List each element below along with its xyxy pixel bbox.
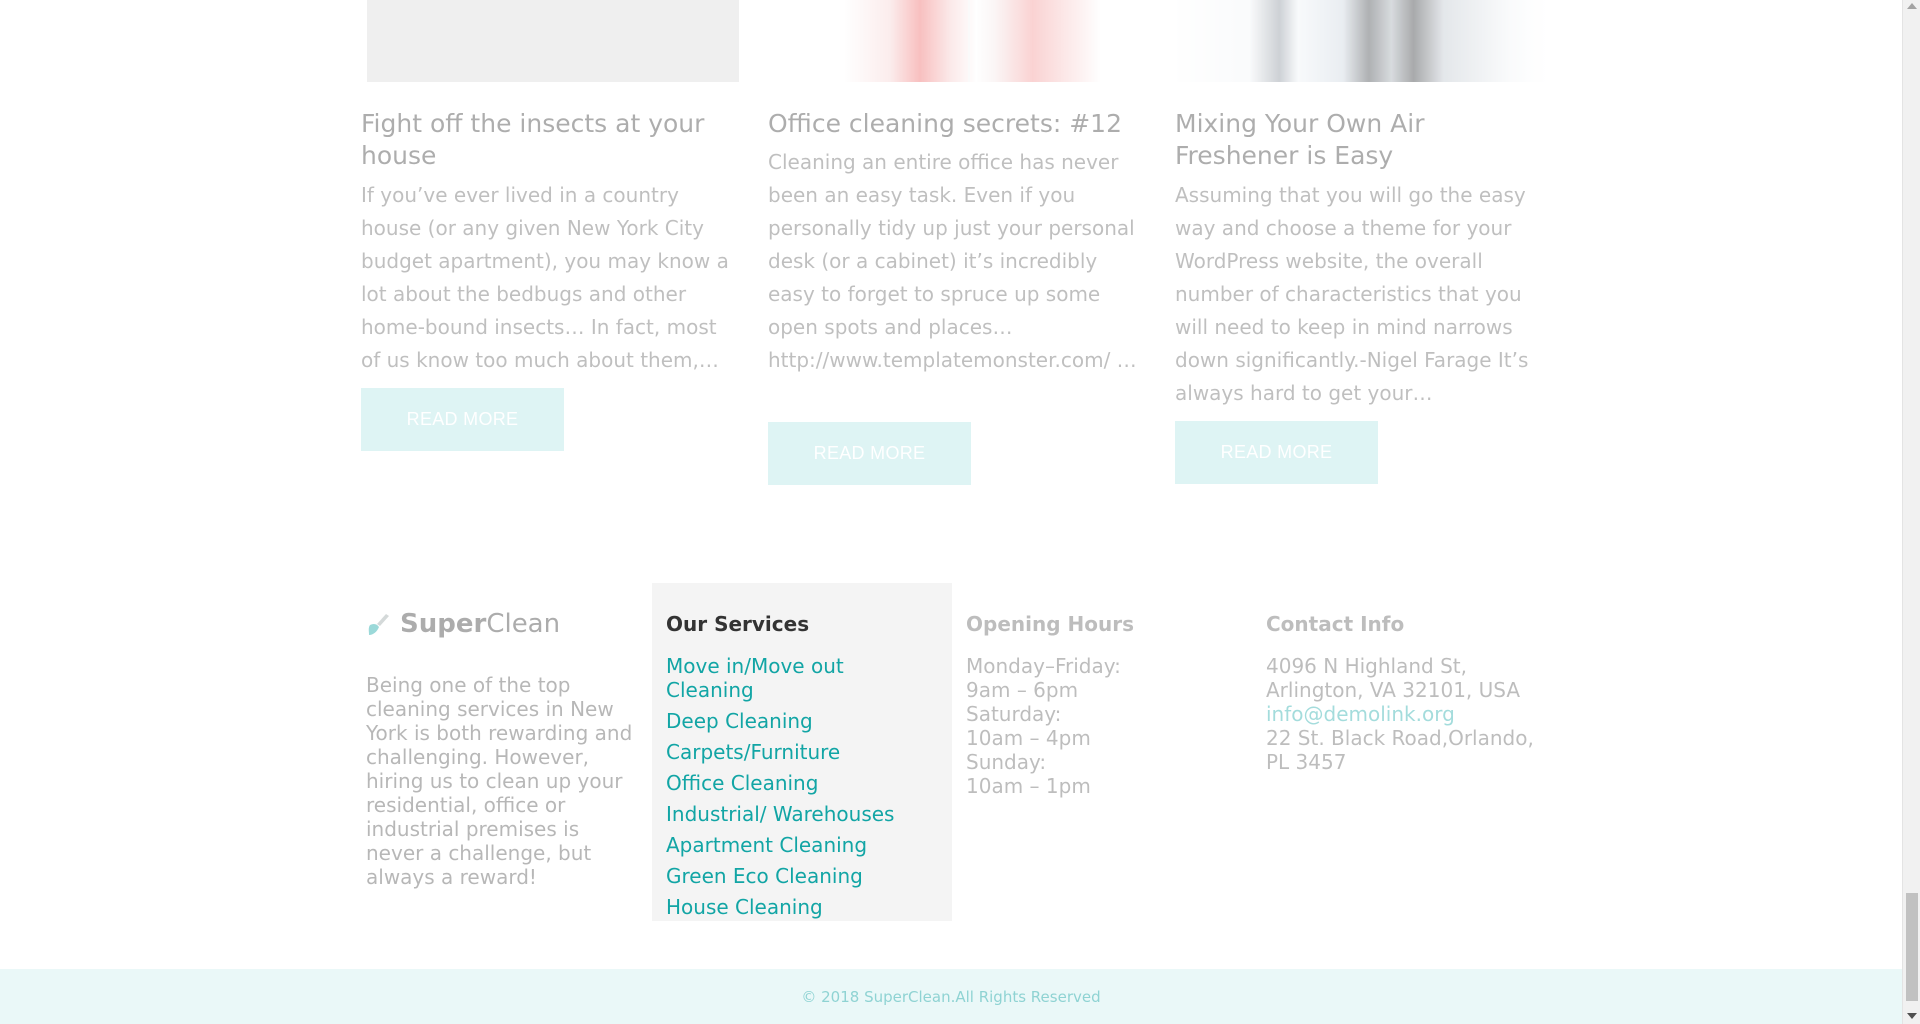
service-link[interactable]: Apartment Cleaning bbox=[666, 833, 936, 857]
read-more-button[interactable]: READ MORE bbox=[1175, 421, 1378, 484]
service-link[interactable]: Green Eco Cleaning bbox=[666, 864, 936, 888]
hours-line: 10am – 4pm bbox=[966, 726, 1091, 750]
opening-hours: Monday–Friday: 9am – 6pm Saturday: 10am … bbox=[966, 654, 1196, 798]
contact-address: 22 St. Black Road,Orlando, PL 3457 bbox=[1266, 726, 1534, 774]
about-text: Being one of the top cleaning services i… bbox=[366, 673, 633, 889]
read-more-button[interactable]: READ MORE bbox=[768, 422, 971, 485]
services-heading: Our Services bbox=[666, 612, 810, 636]
hours-line: Monday–Friday: bbox=[966, 654, 1121, 678]
brand-name-strong: Super bbox=[400, 609, 487, 639]
hours-line: 9am – 6pm bbox=[966, 678, 1079, 702]
contact-address: 4096 N Highland St, Arlington, VA 32101,… bbox=[1266, 654, 1521, 702]
service-link[interactable]: Move in/Move out Cleaning bbox=[666, 654, 936, 702]
service-link[interactable]: Industrial/ Warehouses bbox=[666, 802, 936, 826]
post-title[interactable]: Office cleaning secrets: #12 bbox=[768, 108, 1148, 140]
brand-name-light: Clean bbox=[486, 609, 561, 639]
post-image-office-cleaning[interactable] bbox=[770, 0, 1145, 82]
vertical-scrollbar[interactable] bbox=[1902, 0, 1920, 1024]
post-title[interactable]: Mixing Your Own Air Freshener is Easy bbox=[1175, 108, 1555, 172]
scroll-up-arrow-icon[interactable] bbox=[1907, 3, 1917, 9]
footer-logo[interactable]: Super Clean bbox=[366, 609, 560, 639]
hours-line: Sunday: bbox=[966, 750, 1047, 774]
blog-posts-section: Fight off the insects at your house If y… bbox=[0, 0, 1902, 520]
scrollbar-thumb[interactable] bbox=[1906, 893, 1918, 1001]
copyright-text: © 2018 SuperClean.All Rights Reserved bbox=[801, 987, 1101, 1006]
post-image-air-freshener[interactable] bbox=[1175, 0, 1548, 82]
service-link[interactable]: Carpets/Furniture bbox=[666, 740, 936, 764]
service-link[interactable]: Deep Cleaning bbox=[666, 709, 936, 733]
post-excerpt: If you’ve ever lived in a country house … bbox=[361, 183, 729, 372]
read-more-button[interactable]: READ MORE bbox=[361, 388, 564, 451]
post-title[interactable]: Fight off the insects at your house bbox=[361, 108, 741, 172]
contact-heading: Contact Info bbox=[1266, 612, 1405, 636]
contact-info: 4096 N Highland St, Arlington, VA 32101,… bbox=[1266, 654, 1556, 774]
footer-bottom-bar: © 2018 SuperClean.All Rights Reserved bbox=[0, 969, 1902, 1024]
contact-email-link[interactable]: info@demolink.org bbox=[1266, 702, 1556, 726]
service-link[interactable]: Office Cleaning bbox=[666, 771, 936, 795]
post-excerpt: Assuming that you will go the easy way a… bbox=[1175, 183, 1529, 405]
hours-heading: Opening Hours bbox=[966, 612, 1134, 636]
post-excerpt: Cleaning an entire office has never been… bbox=[768, 150, 1137, 372]
broom-icon bbox=[368, 614, 389, 635]
scroll-down-arrow-icon[interactable] bbox=[1907, 1013, 1917, 1019]
page-viewport: Fight off the insects at your house If y… bbox=[0, 0, 1902, 1024]
services-list: Move in/Move out Cleaning Deep Cleaning … bbox=[666, 654, 936, 926]
post-image-placeholder[interactable] bbox=[367, 0, 739, 82]
service-link[interactable]: House Cleaning bbox=[666, 895, 936, 919]
hours-line: Saturday: bbox=[966, 702, 1062, 726]
hours-line: 10am – 1pm bbox=[966, 774, 1091, 798]
